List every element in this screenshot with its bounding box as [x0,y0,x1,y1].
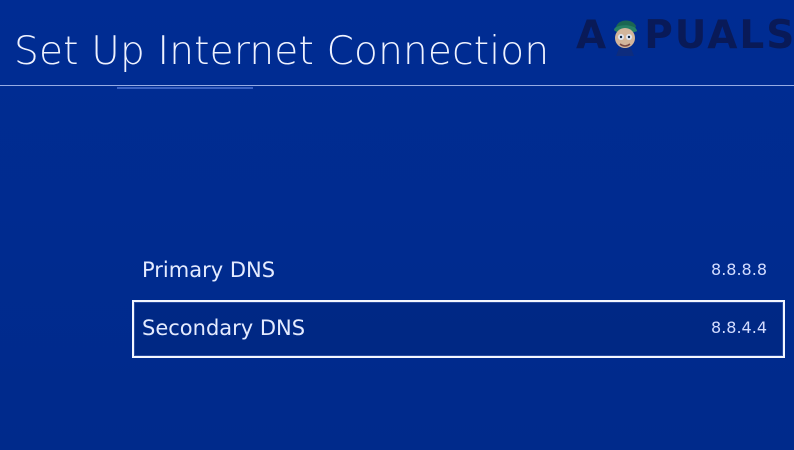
title-divider [0,85,794,86]
network-setup-screen: Set Up Internet Connection A PUALS Prima… [0,0,794,450]
dns-settings-list: Primary DNS 8.8.8.8 Secondary DNS 8.8.4.… [132,242,785,358]
primary-dns-label: Primary DNS [142,258,276,282]
primary-dns-row[interactable]: Primary DNS 8.8.8.8 [132,242,785,300]
faint-accent-line [117,87,253,89]
secondary-dns-label: Secondary DNS [142,316,306,340]
appuals-watermark: A PUALS [576,10,794,60]
secondary-dns-row[interactable]: Secondary DNS 8.8.4.4 [132,300,785,358]
watermark-letter-a: A [576,12,607,58]
secondary-dns-value: 8.8.4.4 [711,318,767,337]
appuals-mascot-icon [608,14,642,56]
watermark-text: PUALS [644,12,794,58]
page-title: Set Up Internet Connection [14,29,550,74]
primary-dns-value: 8.8.8.8 [711,260,767,279]
